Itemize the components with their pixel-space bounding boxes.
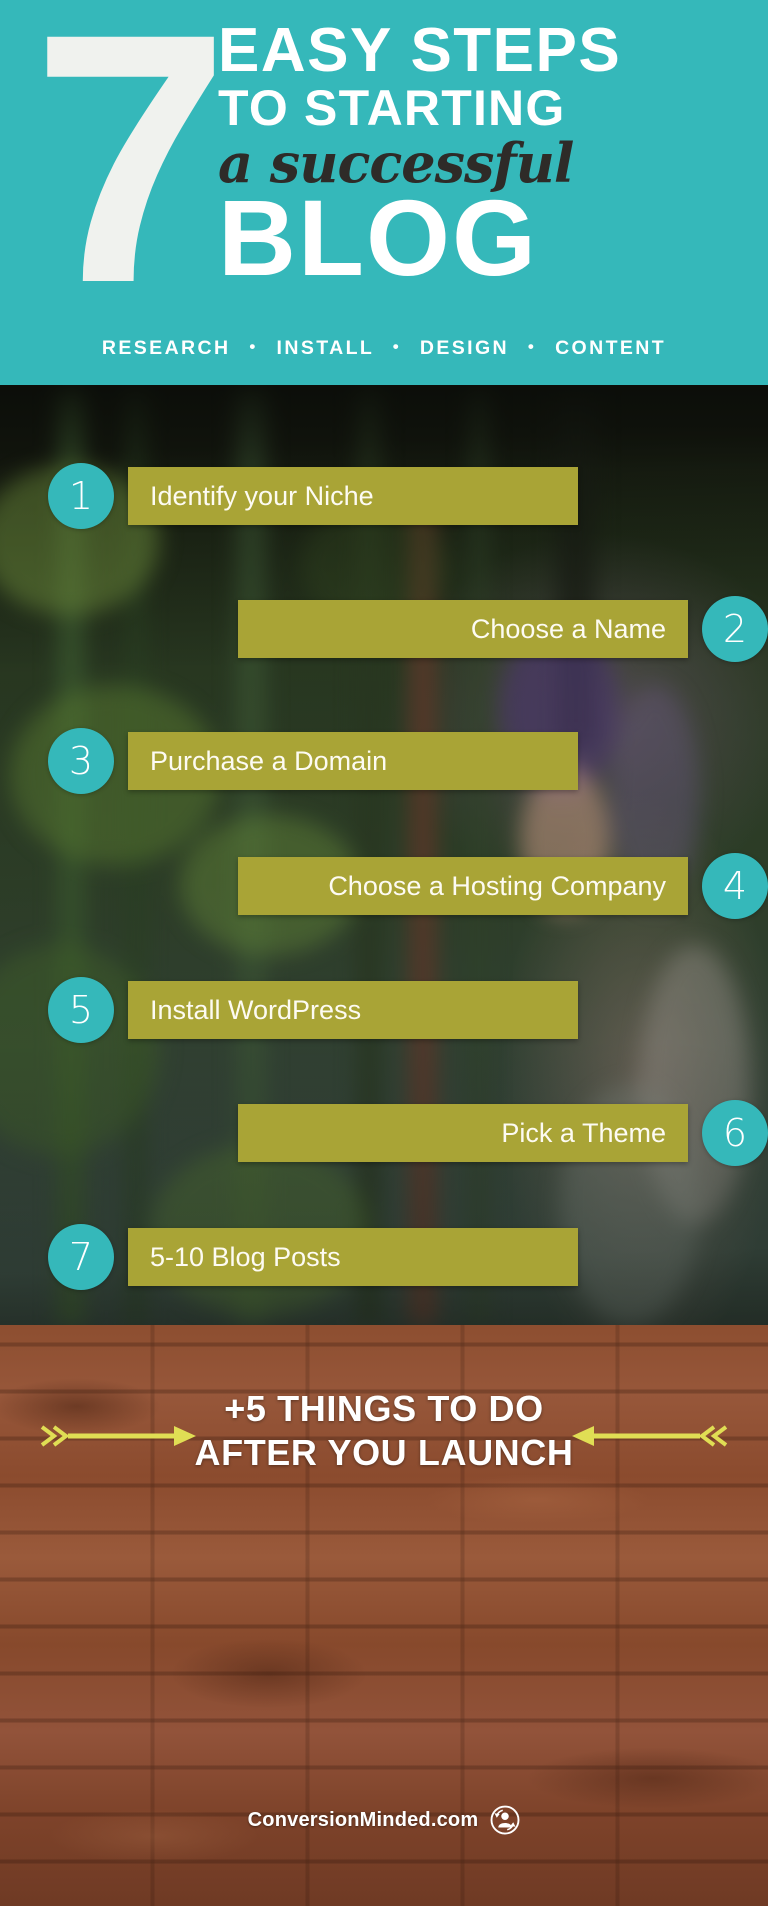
tagline-separator-dot: • xyxy=(527,337,537,356)
tagline-separator-dot: • xyxy=(249,337,258,356)
step-label: Identify your Niche xyxy=(150,480,374,511)
footer-brick-section: +5 THINGS TO DO AFTER YOU LAUNCH Convers… xyxy=(0,1325,768,1906)
step-number-badge: 5 xyxy=(48,977,114,1043)
tagline-item-design: DESIGN xyxy=(419,337,510,359)
brand-name: ConversionMinded.com xyxy=(247,1808,479,1831)
arrow-left-icon xyxy=(572,1425,728,1447)
tagline-item-research: RESEARCH xyxy=(101,337,231,359)
step-label-bar: 5-10 Blog Posts xyxy=(128,1228,578,1286)
step-number-badge: 1 xyxy=(48,463,114,529)
step-row[interactable]: Choose a Name 2 xyxy=(0,594,768,664)
step-label-bar: Pick a Theme xyxy=(238,1104,688,1162)
tagline: RESEARCH • INSTALL • DESIGN • CONTENT xyxy=(0,337,768,360)
step-row[interactable]: 1 Identify your Niche xyxy=(0,461,768,531)
step-row[interactable]: 3 Purchase a Domain xyxy=(0,726,768,796)
headline-line-2: TO STARTING xyxy=(218,80,566,137)
step-label-bar: Install WordPress xyxy=(128,981,578,1039)
headline-line-1: EASY STEPS xyxy=(218,16,622,85)
step-row[interactable]: 7 5-10 Blog Posts xyxy=(0,1222,768,1292)
header-banner: 7 EASY STEPS TO STARTING a successful BL… xyxy=(0,0,768,385)
step-number-badge: 2 xyxy=(702,596,768,662)
steps-list: 1 Identify your Niche Choose a Name 2 3 … xyxy=(0,385,768,1325)
step-label: Choose a Hosting Company xyxy=(328,870,666,901)
infographic-root: 7 EASY STEPS TO STARTING a successful BL… xyxy=(0,0,768,1906)
brand-footer[interactable]: ConversionMinded.com xyxy=(0,1805,768,1835)
step-row[interactable]: Choose a Hosting Company 4 xyxy=(0,851,768,921)
step-number-badge: 6 xyxy=(702,1100,768,1166)
step-label-bar: Identify your Niche xyxy=(128,467,578,525)
conversionminded-logo-icon xyxy=(490,1805,520,1835)
step-label: 5-10 Blog Posts xyxy=(150,1241,341,1272)
headline-number: 7 xyxy=(32,0,229,357)
step-label-bar: Choose a Hosting Company xyxy=(238,857,688,915)
arrow-right-icon xyxy=(40,1425,196,1447)
step-label-bar: Purchase a Domain xyxy=(128,732,578,790)
step-label-bar: Choose a Name xyxy=(238,600,688,658)
step-label: Purchase a Domain xyxy=(150,745,388,776)
tagline-item-install: INSTALL xyxy=(276,337,374,359)
step-label: Choose a Name xyxy=(470,613,666,644)
headline-line-3: BLOG xyxy=(218,177,538,299)
tagline-separator-dot: • xyxy=(392,337,402,356)
step-label: Install WordPress xyxy=(150,994,362,1025)
step-number-badge: 7 xyxy=(48,1224,114,1290)
step-row[interactable]: Pick a Theme 6 xyxy=(0,1098,768,1168)
tagline-item-content: CONTENT xyxy=(555,337,667,359)
step-row[interactable]: 5 Install WordPress xyxy=(0,975,768,1045)
headline-text-block: EASY STEPS TO STARTING a successful BLOG xyxy=(218,16,758,299)
step-number-badge: 4 xyxy=(702,853,768,919)
step-number-badge: 3 xyxy=(48,728,114,794)
step-label: Pick a Theme xyxy=(501,1117,666,1148)
